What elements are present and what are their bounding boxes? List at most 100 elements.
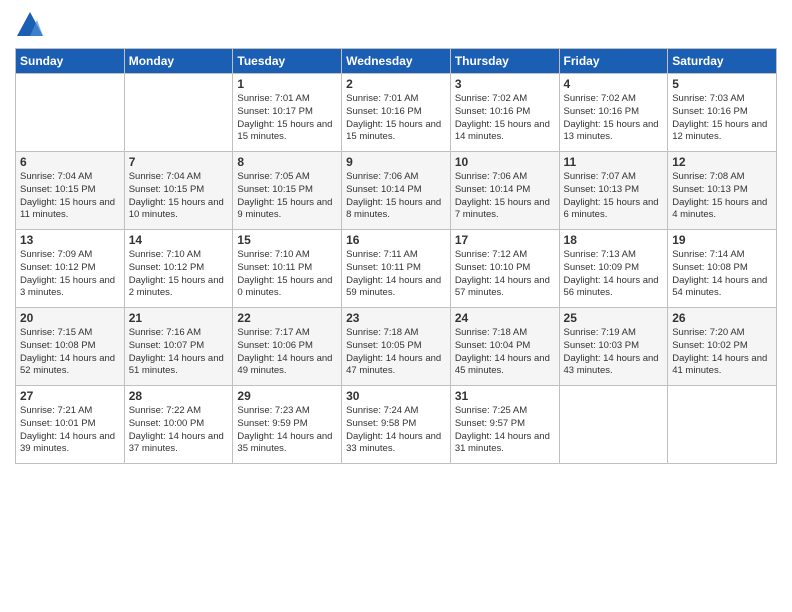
weekday-header-friday: Friday: [559, 49, 668, 74]
calendar-cell: 27 Sunrise: 7:21 AM Sunset: 10:01 PM Dayl…: [16, 386, 125, 464]
day-number: 11: [564, 155, 664, 169]
calendar-cell: 29 Sunrise: 7:23 AM Sunset: 9:59 PM Dayli…: [233, 386, 342, 464]
calendar-cell: 20Sunrise: 7:15 AM Sunset: 10:08 PM Dayl…: [16, 308, 125, 386]
calendar-cell: 23 Sunrise: 7:18 AM Sunset: 10:05 PM Dayl…: [342, 308, 451, 386]
logo-icon: [15, 10, 45, 40]
day-number: 27: [20, 389, 120, 403]
day-number: 31: [455, 389, 555, 403]
day-number: 25: [564, 311, 664, 325]
day-number: 26: [672, 311, 772, 325]
calendar-cell: 26Sunrise: 7:20 AM Sunset: 10:02 PM Dayl…: [668, 308, 777, 386]
day-info: Sunrise: 7:18 AM Sunset: 10:04 PM Daylig…: [455, 327, 555, 378]
weekday-header-sunday: Sunday: [16, 49, 125, 74]
day-number: 10: [455, 155, 555, 169]
calendar-cell: 14 Sunrise: 7:10 AM Sunset: 10:12 PM Dayl…: [124, 230, 233, 308]
day-info: Sunrise: 7:02 AM Sunset: 10:16 PM Daylig…: [455, 93, 555, 144]
calendar-cell: 24 Sunrise: 7:18 AM Sunset: 10:04 PM Dayl…: [450, 308, 559, 386]
week-row-1: 1 Sunrise: 7:01 AM Sunset: 10:17 PM Dayli…: [16, 74, 777, 152]
calendar-cell: 11 Sunrise: 7:07 AM Sunset: 10:13 PM Dayl…: [559, 152, 668, 230]
day-info: Sunrise: 7:17 AM Sunset: 10:06 PM Daylig…: [237, 327, 337, 378]
calendar-cell: 1 Sunrise: 7:01 AM Sunset: 10:17 PM Dayli…: [233, 74, 342, 152]
day-info: Sunrise: 7:15 AM Sunset: 10:08 PM Daylig…: [20, 327, 120, 378]
calendar-cell: [16, 74, 125, 152]
day-number: 18: [564, 233, 664, 247]
calendar-cell: 4 Sunrise: 7:02 AM Sunset: 10:16 PM Dayli…: [559, 74, 668, 152]
week-row-2: 6 Sunrise: 7:04 AM Sunset: 10:15 PM Dayli…: [16, 152, 777, 230]
day-number: 29: [237, 389, 337, 403]
day-number: 1: [237, 77, 337, 91]
day-number: 4: [564, 77, 664, 91]
day-number: 6: [20, 155, 120, 169]
calendar-cell: 28 Sunrise: 7:22 AM Sunset: 10:00 PM Dayl…: [124, 386, 233, 464]
day-info: Sunrise: 7:10 AM Sunset: 10:12 PM Daylig…: [129, 249, 229, 300]
day-number: 3: [455, 77, 555, 91]
calendar-cell: 13 Sunrise: 7:09 AM Sunset: 10:12 PM Dayl…: [16, 230, 125, 308]
day-number: 23: [346, 311, 446, 325]
day-number: 16: [346, 233, 446, 247]
day-info: Sunrise: 7:05 AM Sunset: 10:15 PM Daylig…: [237, 171, 337, 222]
day-info: Sunrise: 7:19 AM Sunset: 10:03 PM Daylig…: [564, 327, 664, 378]
header: [15, 10, 777, 40]
day-info: Sunrise: 7:14 AM Sunset: 10:08 PM Daylig…: [672, 249, 772, 300]
week-row-3: 13 Sunrise: 7:09 AM Sunset: 10:12 PM Dayl…: [16, 230, 777, 308]
day-number: 17: [455, 233, 555, 247]
calendar-cell: [124, 74, 233, 152]
calendar-cell: 16 Sunrise: 7:11 AM Sunset: 10:11 PM Dayl…: [342, 230, 451, 308]
day-info: Sunrise: 7:01 AM Sunset: 10:17 PM Daylig…: [237, 93, 337, 144]
week-row-4: 20Sunrise: 7:15 AM Sunset: 10:08 PM Dayl…: [16, 308, 777, 386]
calendar-cell: 22Sunrise: 7:17 AM Sunset: 10:06 PM Dayl…: [233, 308, 342, 386]
calendar-cell: 30Sunrise: 7:24 AM Sunset: 9:58 PM Dayli…: [342, 386, 451, 464]
day-info: Sunrise: 7:22 AM Sunset: 10:00 PM Daylig…: [129, 405, 229, 456]
day-info: Sunrise: 7:07 AM Sunset: 10:13 PM Daylig…: [564, 171, 664, 222]
day-number: 7: [129, 155, 229, 169]
day-info: Sunrise: 7:06 AM Sunset: 10:14 PM Daylig…: [455, 171, 555, 222]
day-info: Sunrise: 7:18 AM Sunset: 10:05 PM Daylig…: [346, 327, 446, 378]
calendar-cell: 10 Sunrise: 7:06 AM Sunset: 10:14 PM Dayl…: [450, 152, 559, 230]
weekday-header-wednesday: Wednesday: [342, 49, 451, 74]
day-info: Sunrise: 7:12 AM Sunset: 10:10 PM Daylig…: [455, 249, 555, 300]
day-info: Sunrise: 7:01 AM Sunset: 10:16 PM Daylig…: [346, 93, 446, 144]
calendar-cell: 2Sunrise: 7:01 AM Sunset: 10:16 PM Dayli…: [342, 74, 451, 152]
calendar-cell: 15 Sunrise: 7:10 AM Sunset: 10:11 PM Dayl…: [233, 230, 342, 308]
page: SundayMondayTuesdayWednesdayThursdayFrid…: [0, 0, 792, 612]
calendar-cell: [668, 386, 777, 464]
day-number: 24: [455, 311, 555, 325]
day-info: Sunrise: 7:16 AM Sunset: 10:07 PM Daylig…: [129, 327, 229, 378]
day-info: Sunrise: 7:04 AM Sunset: 10:15 PM Daylig…: [20, 171, 120, 222]
calendar-cell: 25 Sunrise: 7:19 AM Sunset: 10:03 PM Dayl…: [559, 308, 668, 386]
weekday-header-monday: Monday: [124, 49, 233, 74]
calendar-cell: 19 Sunrise: 7:14 AM Sunset: 10:08 PM Dayl…: [668, 230, 777, 308]
logo: [15, 10, 49, 40]
day-info: Sunrise: 7:02 AM Sunset: 10:16 PM Daylig…: [564, 93, 664, 144]
weekday-header-row: SundayMondayTuesdayWednesdayThursdayFrid…: [16, 49, 777, 74]
day-number: 28: [129, 389, 229, 403]
day-info: Sunrise: 7:25 AM Sunset: 9:57 PM Dayligh…: [455, 405, 555, 456]
calendar-cell: 6 Sunrise: 7:04 AM Sunset: 10:15 PM Dayli…: [16, 152, 125, 230]
day-number: 12: [672, 155, 772, 169]
day-number: 14: [129, 233, 229, 247]
day-info: Sunrise: 7:10 AM Sunset: 10:11 PM Daylig…: [237, 249, 337, 300]
day-info: Sunrise: 7:11 AM Sunset: 10:11 PM Daylig…: [346, 249, 446, 300]
day-info: Sunrise: 7:09 AM Sunset: 10:12 PM Daylig…: [20, 249, 120, 300]
calendar-cell: 12 Sunrise: 7:08 AM Sunset: 10:13 PM Dayl…: [668, 152, 777, 230]
day-info: Sunrise: 7:08 AM Sunset: 10:13 PM Daylig…: [672, 171, 772, 222]
day-info: Sunrise: 7:21 AM Sunset: 10:01 PM Daylig…: [20, 405, 120, 456]
day-number: 5: [672, 77, 772, 91]
calendar-cell: 31 Sunrise: 7:25 AM Sunset: 9:57 PM Dayli…: [450, 386, 559, 464]
week-row-5: 27 Sunrise: 7:21 AM Sunset: 10:01 PM Dayl…: [16, 386, 777, 464]
day-number: 15: [237, 233, 337, 247]
weekday-header-tuesday: Tuesday: [233, 49, 342, 74]
day-info: Sunrise: 7:24 AM Sunset: 9:58 PM Dayligh…: [346, 405, 446, 456]
weekday-header-thursday: Thursday: [450, 49, 559, 74]
day-number: 9: [346, 155, 446, 169]
calendar-cell: 9Sunrise: 7:06 AM Sunset: 10:14 PM Dayli…: [342, 152, 451, 230]
day-number: 19: [672, 233, 772, 247]
day-number: 13: [20, 233, 120, 247]
calendar-table: SundayMondayTuesdayWednesdayThursdayFrid…: [15, 48, 777, 464]
day-number: 8: [237, 155, 337, 169]
day-info: Sunrise: 7:04 AM Sunset: 10:15 PM Daylig…: [129, 171, 229, 222]
day-info: Sunrise: 7:23 AM Sunset: 9:59 PM Dayligh…: [237, 405, 337, 456]
calendar-cell: 17 Sunrise: 7:12 AM Sunset: 10:10 PM Dayl…: [450, 230, 559, 308]
calendar-cell: 21Sunrise: 7:16 AM Sunset: 10:07 PM Dayl…: [124, 308, 233, 386]
calendar-cell: 18Sunrise: 7:13 AM Sunset: 10:09 PM Dayl…: [559, 230, 668, 308]
